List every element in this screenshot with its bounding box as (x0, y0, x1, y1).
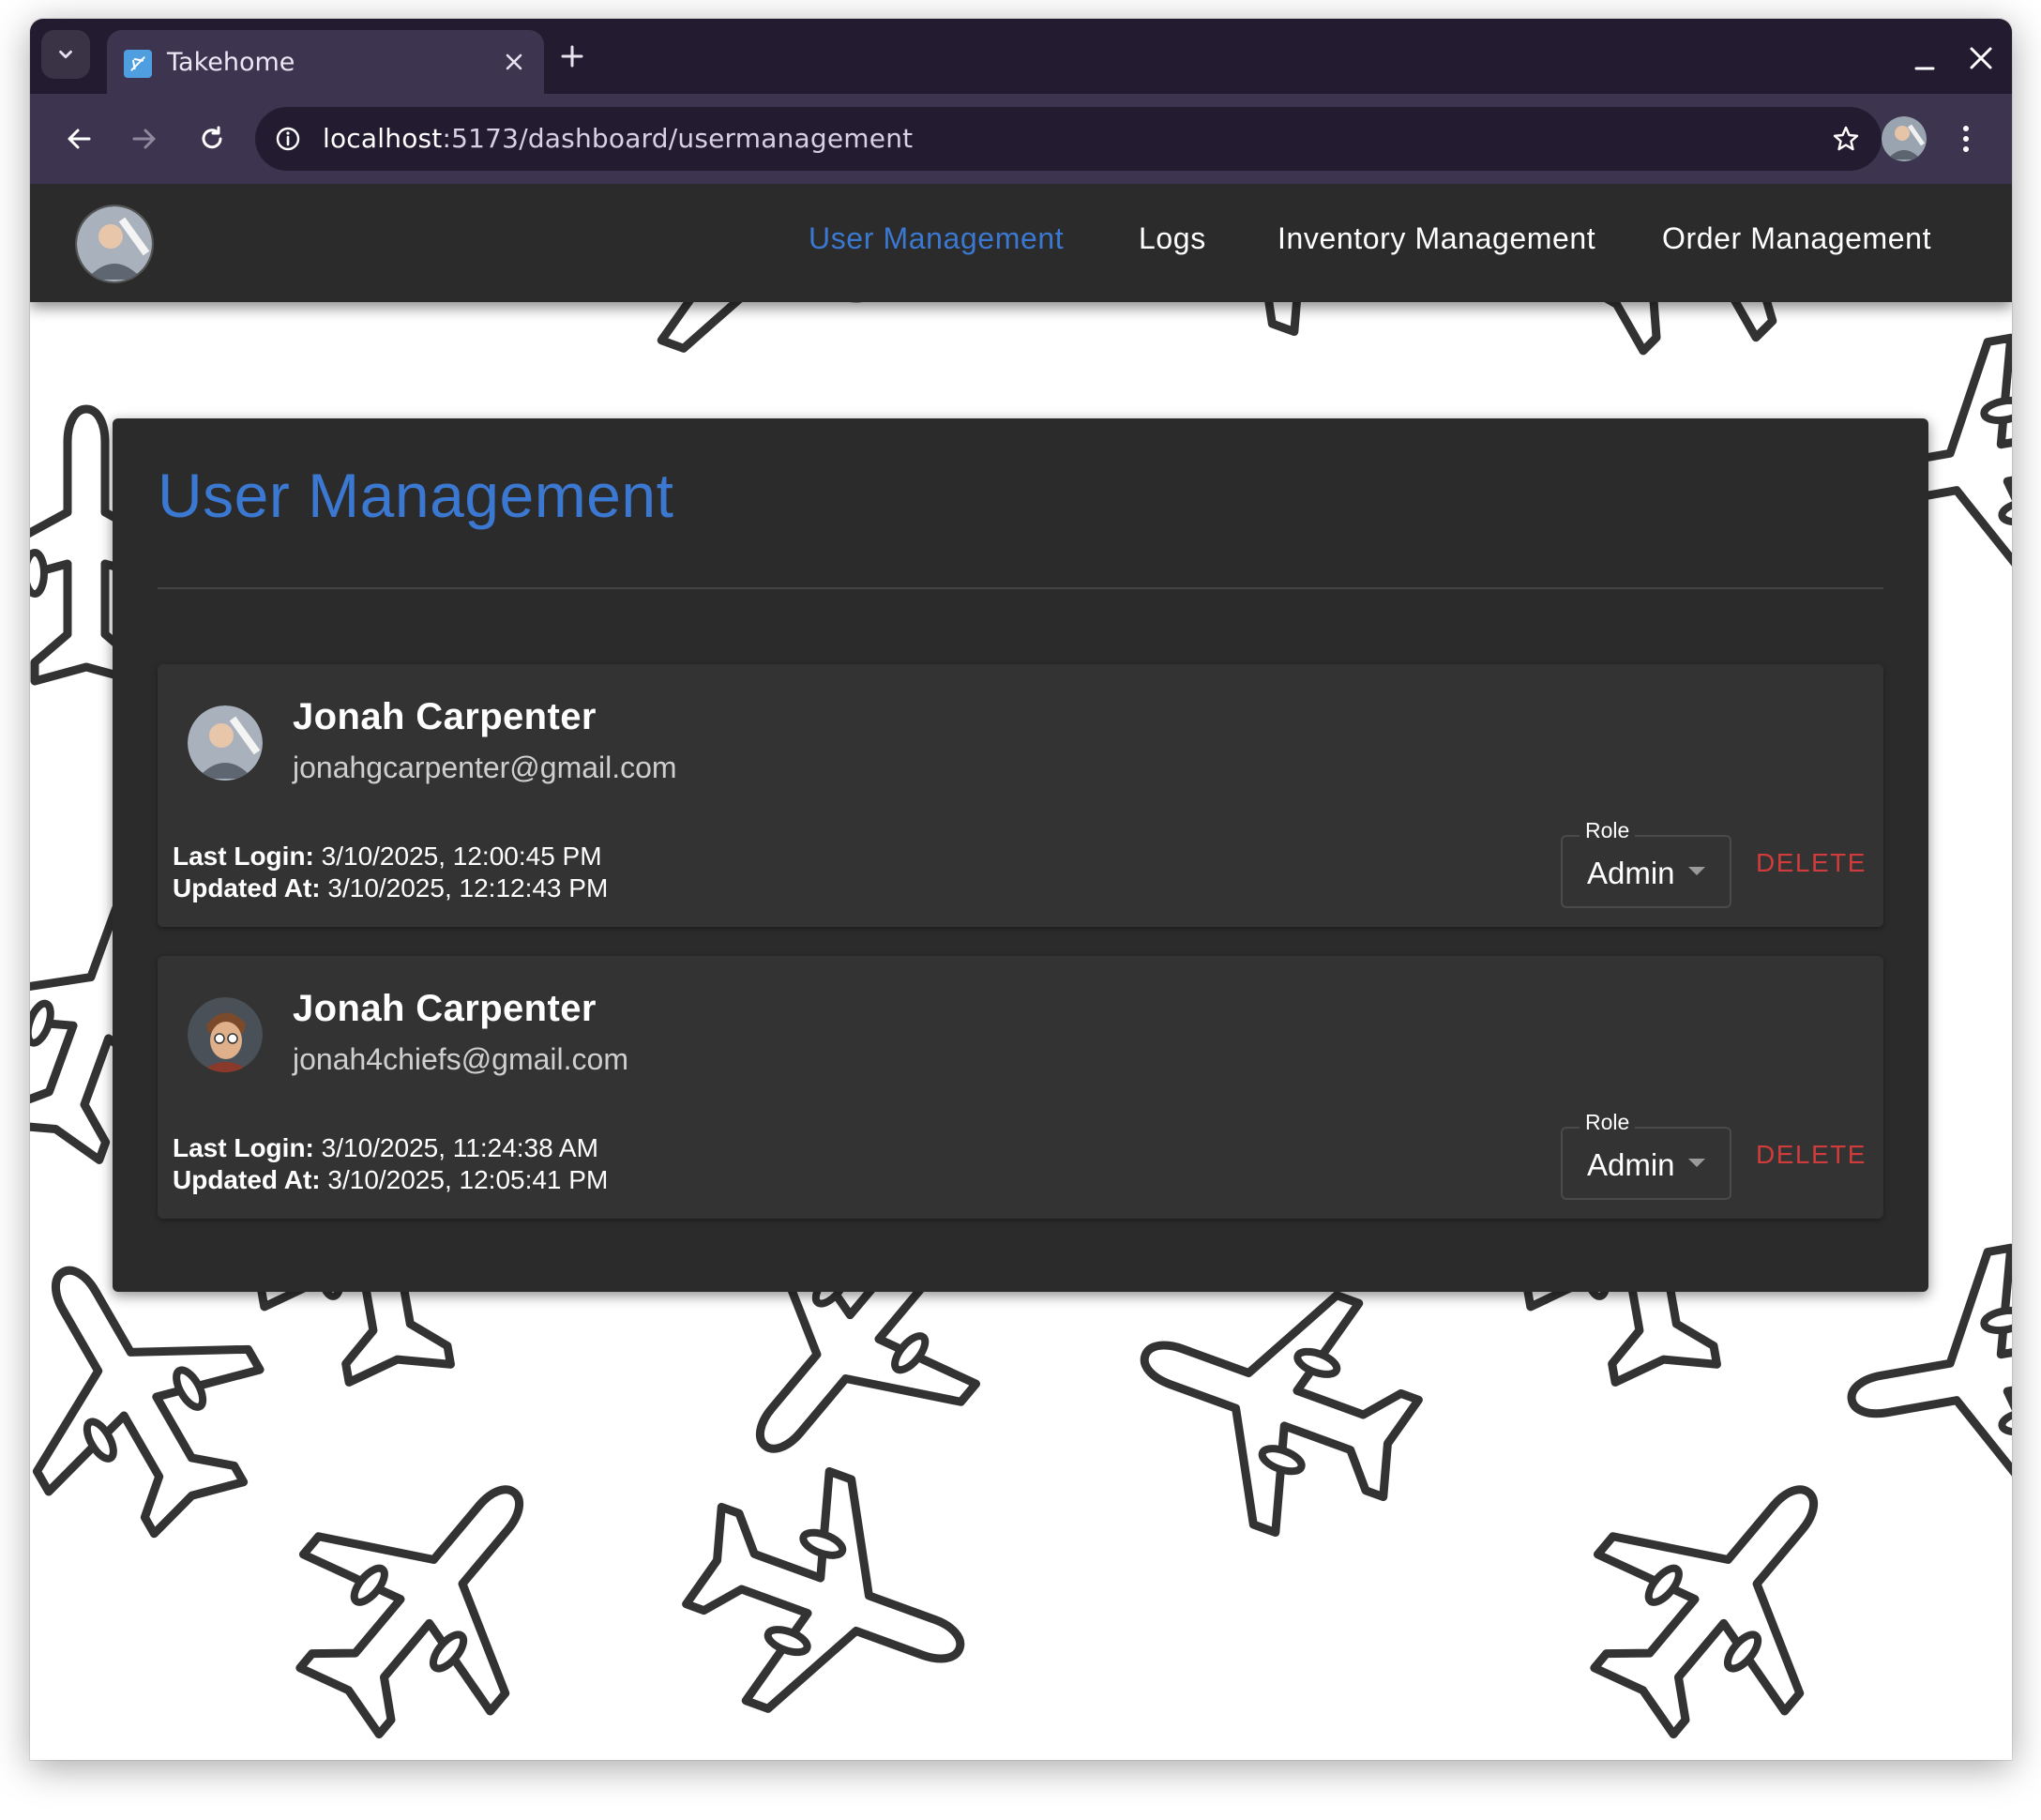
close-tab-button[interactable] (497, 45, 531, 79)
info-icon (276, 127, 300, 151)
last-login-value: 3/10/2025, 12:00:45 PM (321, 842, 602, 871)
close-window-button[interactable] (1962, 39, 2000, 77)
updated-at-value: 3/10/2025, 12:12:43 PM (327, 873, 609, 902)
close-icon (1970, 47, 1992, 69)
user-avatar[interactable] (75, 205, 154, 283)
plus-icon (561, 45, 583, 68)
avatar (77, 206, 152, 281)
user-name: Jonah Carpenter (293, 696, 597, 737)
user-avatar (188, 997, 263, 1072)
url-host: localhost (323, 123, 443, 154)
delete-button[interactable]: DELETE (1756, 848, 1867, 878)
avatar (188, 997, 263, 1072)
minimize-icon (1914, 67, 1935, 70)
reload-button[interactable] (189, 116, 234, 161)
tab-takehome[interactable]: Takehome (107, 30, 544, 94)
back-button[interactable] (56, 116, 101, 161)
chevron-down-icon (59, 50, 72, 59)
forward-arrow-icon (132, 129, 156, 149)
nav-user-management[interactable]: User Management (809, 221, 1064, 256)
forward-button[interactable] (122, 116, 167, 161)
updated-at-label: Updated At: (173, 873, 321, 902)
user-email: jonahgcarpenter@gmail.com (293, 751, 677, 784)
nav-inventory-management[interactable]: Inventory Management (1278, 221, 1595, 256)
last-login-label: Last Login: (173, 1133, 314, 1162)
dropdown-arrow-icon (1688, 867, 1705, 875)
user-email: jonah4chiefs@gmail.com (293, 1042, 628, 1076)
airplane-favicon-icon (124, 50, 152, 78)
url-text: localhost:5173/dashboard/usermanagement (323, 123, 913, 154)
tab-strip: Takehome (30, 19, 2012, 94)
bookmark-button[interactable] (1827, 120, 1865, 158)
page-viewport: User Management Logs Inventory Managemen… (30, 184, 2012, 1760)
role-select[interactable]: Role Admin (1561, 1110, 1731, 1200)
app-navbar: User Management Logs Inventory Managemen… (30, 184, 2012, 302)
close-icon (506, 53, 522, 70)
updated-at-value: 3/10/2025, 12:05:41 PM (327, 1165, 609, 1194)
browser-window: Takehome localhost:5173/dashboard/userma… (30, 19, 2012, 1760)
back-arrow-icon (68, 129, 91, 149)
tab-list-button[interactable] (41, 30, 90, 79)
user-card: Jonah Carpenter jonahgcarpenter@gmail.co… (158, 664, 1883, 927)
delete-button[interactable]: DELETE (1756, 1140, 1867, 1170)
role-label: Role (1580, 818, 1636, 843)
page-title: User Management (158, 461, 674, 530)
user-meta: Last Login: 3/10/2025, 12:00:45 PM Updat… (173, 841, 608, 904)
avatar (1882, 116, 1927, 161)
user-management-panel: User Management Jonah Carpenter jonahgca… (113, 418, 1928, 1292)
address-bar[interactable]: localhost:5173/dashboard/usermanagement (255, 107, 1882, 171)
url-path: :5173/dashboard/usermanagement (442, 123, 914, 154)
role-value: Admin (1587, 1147, 1675, 1182)
last-login-value: 3/10/2025, 11:24:38 AM (321, 1133, 598, 1162)
role-value: Admin (1587, 856, 1675, 890)
user-name: Jonah Carpenter (293, 988, 597, 1029)
new-tab-button[interactable] (555, 39, 589, 73)
role-label: Role (1580, 1110, 1636, 1135)
last-login-label: Last Login: (173, 842, 314, 871)
divider (158, 587, 1883, 589)
star-icon (1833, 126, 1859, 151)
reload-icon (202, 126, 222, 149)
site-info-button[interactable] (272, 123, 304, 155)
browser-menu-button[interactable] (1949, 116, 1983, 161)
avatar (188, 705, 263, 781)
nav-order-management[interactable]: Order Management (1662, 221, 1931, 256)
browser-toolbar: localhost:5173/dashboard/usermanagement (30, 94, 2012, 186)
tab-title: Takehome (167, 48, 295, 77)
updated-at-label: Updated At: (173, 1165, 321, 1194)
kebab-menu-icon (1963, 126, 1969, 152)
user-avatar (188, 705, 263, 781)
user-meta: Last Login: 3/10/2025, 11:24:38 AM Updat… (173, 1132, 608, 1196)
user-card: Jonah Carpenter jonah4chiefs@gmail.com L… (158, 956, 1883, 1219)
minimize-button[interactable] (1906, 41, 1943, 79)
role-select[interactable]: Role Admin (1561, 818, 1731, 908)
nav-logs[interactable]: Logs (1139, 221, 1206, 256)
dropdown-arrow-icon (1688, 1159, 1705, 1167)
profile-avatar-button[interactable] (1882, 116, 1927, 161)
